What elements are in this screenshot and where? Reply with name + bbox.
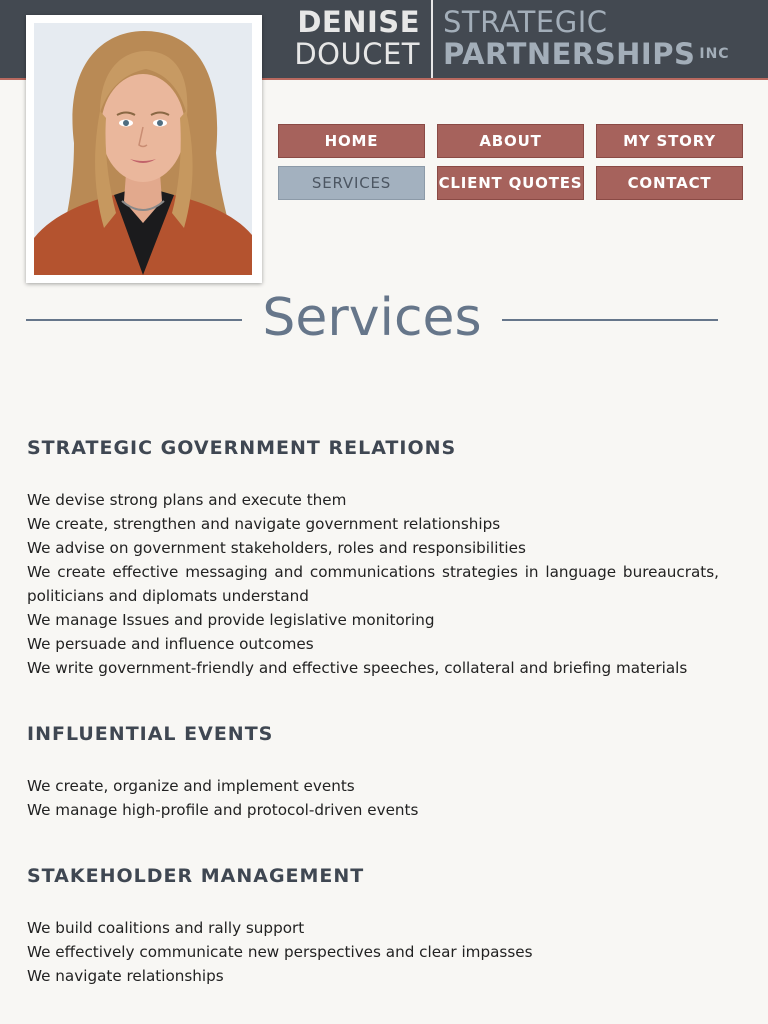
service-item: We create, organize and implement events — [27, 777, 355, 795]
page-title-area: Services — [26, 285, 718, 355]
section-heading: INFLUENTIAL EVENTS — [27, 723, 274, 745]
service-item: We navigate relationships — [27, 967, 224, 985]
section-heading: STRATEGIC GOVERNMENT RELATIONS — [27, 437, 457, 459]
portrait-image — [34, 23, 252, 275]
service-item: We manage Issues and provide legislative… — [27, 611, 435, 629]
nav-my-story-button[interactable]: MY STORY — [596, 124, 743, 158]
brand-last-name: DOUCET — [294, 37, 420, 71]
page-title: Services — [26, 285, 718, 351]
service-item: We persuade and influence outcomes — [27, 635, 314, 653]
nav-contact-button[interactable]: CONTACT — [596, 166, 743, 200]
brand-company-line2: PARTNERSHIPS INC — [443, 38, 730, 70]
section-heading: STAKEHOLDER MANAGEMENT — [27, 865, 365, 887]
service-item: We write government-friendly and effecti… — [27, 659, 688, 677]
brand-name[interactable]: DENISE DOUCET — [294, 6, 420, 70]
nav-about-button[interactable]: ABOUT — [437, 124, 584, 158]
nav-home-button[interactable]: HOME — [278, 124, 425, 158]
brand-divider — [431, 0, 433, 78]
brand-first-name: DENISE — [297, 5, 420, 39]
page-title-text: Services — [242, 288, 502, 348]
service-item: We create, strengthen and navigate gover… — [27, 515, 501, 533]
service-item: We advise on government stakeholders, ro… — [27, 539, 526, 557]
brand-company-line1: STRATEGIC — [443, 5, 608, 39]
brand-company-name: PARTNERSHIPS — [443, 37, 696, 71]
section-influential-events: INFLUENTIAL EVENTS We create, organize a… — [27, 722, 727, 822]
brand-company-suffix: INC — [699, 46, 730, 62]
service-item: We create effective messaging and commun… — [27, 563, 719, 605]
section-strategic-government-relations: STRATEGIC GOVERNMENT RELATIONS We devise… — [27, 436, 727, 680]
brand-company[interactable]: STRATEGIC PARTNERSHIPS INC — [443, 6, 730, 70]
nav-services-button[interactable]: SERVICES — [278, 166, 425, 200]
nav-client-quotes-button[interactable]: CLIENT QUOTES — [437, 166, 584, 200]
portrait-photo — [34, 23, 252, 275]
section-stakeholder-management: STAKEHOLDER MANAGEMENT We build coalitio… — [27, 864, 727, 988]
service-item: We effectively communicate new perspecti… — [27, 943, 533, 961]
portrait-frame — [26, 15, 262, 283]
service-item: We manage high-profile and protocol-driv… — [27, 801, 419, 819]
service-item: We build coalitions and rally support — [27, 919, 305, 937]
service-item: We devise strong plans and execute them — [27, 491, 347, 509]
